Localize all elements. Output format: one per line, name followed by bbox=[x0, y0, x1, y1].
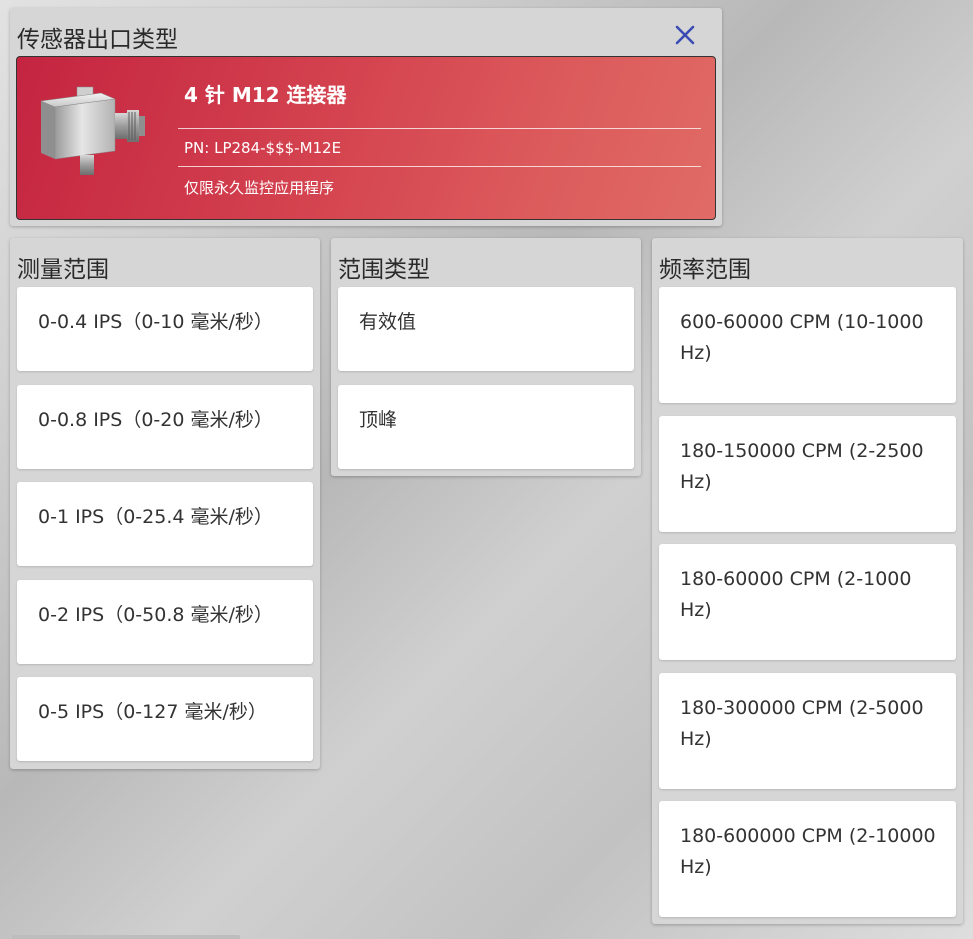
frequency-option[interactable]: 180-600000 CPM (2-10000 Hz) bbox=[659, 801, 956, 917]
option-label: 0-0.4 IPS（0-10 毫米/秒） bbox=[38, 311, 273, 333]
option-label: 180-300000 CPM (2-5000 Hz) bbox=[680, 697, 924, 750]
measurement-option[interactable]: 0-0.4 IPS（0-10 毫米/秒） bbox=[17, 287, 313, 371]
range-type-panel: 范围类型 有效值 顶峰 bbox=[331, 238, 641, 476]
measurement-range-title: 测量范围 bbox=[17, 257, 109, 283]
selected-output-card[interactable]: 4 针 M12 连接器 PN: LP284-$$$-M12E 仅限永久监控应用程… bbox=[16, 56, 716, 220]
measurement-option[interactable]: 0-2 IPS（0-50.8 毫米/秒） bbox=[17, 580, 313, 664]
close-icon[interactable] bbox=[672, 22, 698, 48]
option-label: 顶峰 bbox=[359, 409, 398, 431]
selected-output-name: 4 针 M12 连接器 bbox=[184, 83, 347, 107]
option-label: 0-2 IPS（0-50.8 毫米/秒） bbox=[38, 604, 273, 626]
measurement-option[interactable]: 0-0.8 IPS（0-20 毫米/秒） bbox=[17, 385, 313, 469]
option-label: 180-150000 CPM (2-2500 Hz) bbox=[680, 440, 924, 493]
option-label: 600-60000 CPM (10-1000 Hz) bbox=[680, 311, 924, 364]
selected-output-note: 仅限永久监控应用程序 bbox=[184, 179, 335, 197]
measurement-option[interactable]: 0-5 IPS（0-127 毫米/秒） bbox=[17, 677, 313, 761]
measurement-option[interactable]: 0-1 IPS（0-25.4 毫米/秒） bbox=[17, 482, 313, 566]
selected-output-pn: PN: LP284-$$$-M12E bbox=[184, 139, 342, 157]
option-label: 180-600000 CPM (2-10000 Hz) bbox=[680, 825, 936, 878]
frequency-range-panel: 频率范围 600-60000 CPM (10-1000 Hz) 180-1500… bbox=[652, 238, 963, 924]
option-label: 有效值 bbox=[359, 311, 417, 333]
measurement-range-panel: 测量范围 0-0.4 IPS（0-10 毫米/秒） 0-0.8 IPS（0-20… bbox=[10, 238, 320, 769]
range-type-option[interactable]: 有效值 bbox=[338, 287, 634, 371]
frequency-option[interactable]: 600-60000 CPM (10-1000 Hz) bbox=[659, 287, 956, 403]
frequency-option[interactable]: 180-150000 CPM (2-2500 Hz) bbox=[659, 416, 956, 532]
output-type-title: 传感器出口类型 bbox=[17, 27, 178, 53]
frequency-option[interactable]: 180-300000 CPM (2-5000 Hz) bbox=[659, 673, 956, 789]
divider bbox=[178, 128, 701, 129]
range-type-option[interactable]: 顶峰 bbox=[338, 385, 634, 469]
output-type-panel: 传感器出口类型 4 针 M12 连接器 PN: LP284-$$$-M12E 仅… bbox=[10, 8, 722, 226]
option-label: 0-0.8 IPS（0-20 毫米/秒） bbox=[38, 409, 273, 431]
sensor-image bbox=[40, 86, 145, 175]
next-panel-edge bbox=[12, 935, 240, 939]
frequency-option[interactable]: 180-60000 CPM (2-1000 Hz) bbox=[659, 544, 956, 660]
option-label: 0-5 IPS（0-127 毫米/秒） bbox=[38, 701, 267, 723]
frequency-range-title: 频率范围 bbox=[659, 257, 751, 283]
option-label: 0-1 IPS（0-25.4 毫米/秒） bbox=[38, 506, 273, 528]
divider bbox=[178, 166, 701, 167]
option-label: 180-60000 CPM (2-1000 Hz) bbox=[680, 568, 912, 621]
range-type-title: 范围类型 bbox=[338, 257, 430, 283]
